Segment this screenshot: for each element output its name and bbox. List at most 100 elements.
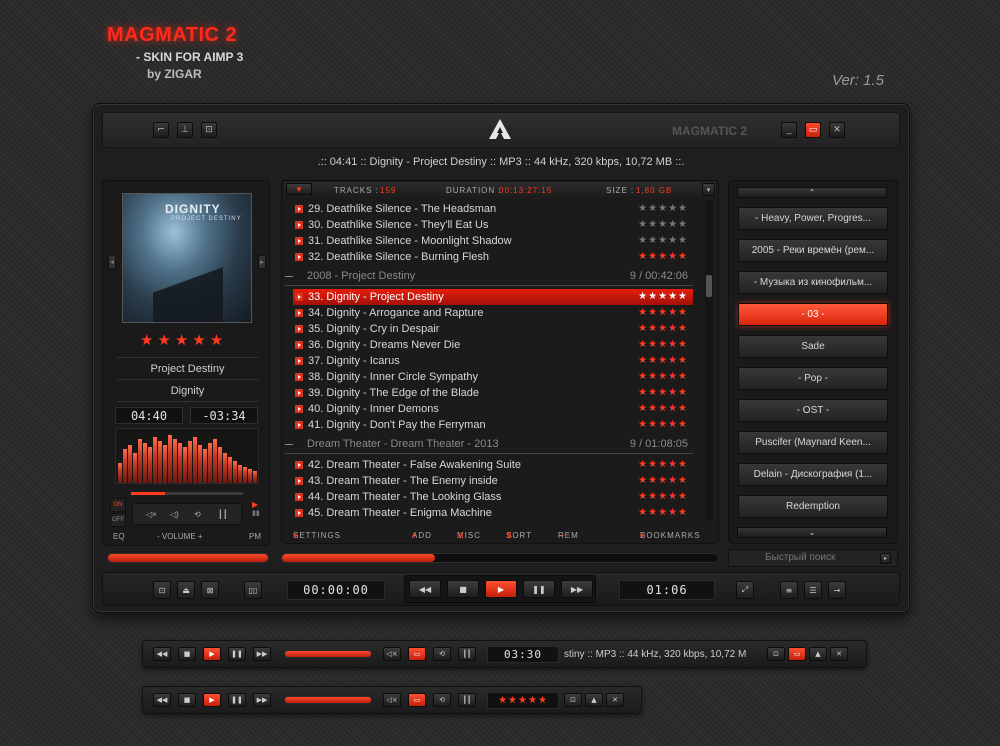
track-play-icon[interactable] bbox=[295, 389, 303, 397]
playlist-row[interactable]: 43. Dream Theater - The Enemy inside ★★★★… bbox=[293, 473, 693, 489]
track-play-icon[interactable] bbox=[295, 205, 303, 213]
track-play-icon[interactable] bbox=[295, 309, 303, 317]
track-play-icon[interactable] bbox=[295, 405, 303, 413]
track-play-icon[interactable] bbox=[295, 373, 303, 381]
playlist-tab[interactable]: Delain - Дискография (1... bbox=[738, 463, 888, 486]
mini1-restore-icon[interactable]: ▭ bbox=[788, 647, 806, 661]
mini2-pause-button[interactable]: ❚❚ bbox=[228, 693, 246, 707]
mini2-next-button[interactable]: ▶▶ bbox=[253, 693, 271, 707]
mini1-mode-icon[interactable]: ⊡ bbox=[767, 647, 785, 661]
mini1-pause-button[interactable]: ❚❚ bbox=[228, 647, 246, 661]
play-button[interactable]: ▶ bbox=[485, 580, 517, 598]
track-rating[interactable]: ★★★★★ bbox=[638, 353, 688, 369]
next-button[interactable]: ▶▶ bbox=[561, 580, 593, 598]
mini1-play-button[interactable]: ▶ bbox=[203, 647, 221, 661]
playlist-row[interactable]: 35. Dignity - Cry in Despair ★★★★★ bbox=[293, 321, 693, 337]
track-play-icon[interactable] bbox=[295, 341, 303, 349]
mini2-close-icon[interactable]: ✕ bbox=[606, 693, 624, 707]
equalizer-icon[interactable]: ┃┃ bbox=[218, 510, 228, 519]
mini2-prev-button[interactable]: ◀◀ bbox=[153, 693, 171, 707]
stop-after-icon[interactable]: ⊡ bbox=[153, 581, 171, 599]
mute-icon[interactable]: ◁× bbox=[146, 510, 157, 519]
mini2-eq-icon[interactable]: ┃┃ bbox=[458, 693, 476, 707]
playlist-tab[interactable]: - Heavy, Power, Progres... bbox=[738, 207, 888, 230]
playlist-row[interactable]: 34. Dignity - Arrogance and Rapture ★★★★★ bbox=[293, 305, 693, 321]
playlist-tab[interactable]: - 03 - bbox=[738, 303, 888, 326]
mini2-mute-icon[interactable]: ◁× bbox=[383, 693, 401, 707]
mini2-repeat-icon[interactable]: ⟲ bbox=[433, 693, 451, 707]
elapsed-time[interactable]: 04:40 bbox=[115, 407, 183, 424]
playlists-scroll-up-icon[interactable]: ⌃ bbox=[737, 187, 887, 198]
mini2-up-icon[interactable]: ▲ bbox=[585, 693, 603, 707]
playlist-row[interactable]: 29. Deathlike Silence - The Headsman ★★★★… bbox=[293, 201, 693, 217]
playlist-tab[interactable]: - OST - bbox=[738, 399, 888, 422]
track-rating[interactable]: ★★★★★ bbox=[638, 505, 688, 521]
track-rating[interactable]: ★★★★★ bbox=[638, 233, 688, 249]
playlist-row[interactable]: 32. Deathlike Silence - Burning Flesh ★★★… bbox=[293, 249, 693, 265]
volume-bar[interactable] bbox=[107, 553, 269, 563]
mini1-tray-icon[interactable]: ▭ bbox=[408, 647, 426, 661]
playlist-row[interactable]: 41. Dignity - Don't Pay the Ferryman ★★★★… bbox=[293, 417, 693, 433]
playlist-group-header[interactable]: 2008 - Project Destiny 9 / 00:42:06 bbox=[285, 268, 693, 284]
playlist-row[interactable]: 36. Dignity - Dreams Never Die ★★★★★ bbox=[293, 337, 693, 353]
playlist-collapse-icon[interactable]: ▾ bbox=[702, 183, 715, 196]
track-rating[interactable]: ★★★★★ bbox=[638, 217, 688, 233]
speaker-icon[interactable]: ◁) bbox=[170, 510, 179, 519]
mini2-volume-bar[interactable] bbox=[284, 696, 372, 704]
track-rating[interactable]: ★★★★★ bbox=[638, 401, 688, 417]
playlist-tab[interactable]: - Pop - bbox=[738, 367, 888, 390]
mini2-play-button[interactable]: ▶ bbox=[203, 693, 221, 707]
track-play-icon[interactable] bbox=[295, 221, 303, 229]
eq-on-button[interactable]: ON bbox=[110, 498, 126, 512]
playlist-row[interactable]: 31. Deathlike Silence - Moonlight Shadow… bbox=[293, 233, 693, 249]
track-rating[interactable]: ★★★★★ bbox=[638, 457, 688, 473]
pm-toggle[interactable]: ▶ ▮▮ bbox=[252, 500, 260, 524]
mini1-repeat-icon[interactable]: ⟲ bbox=[433, 647, 451, 661]
playlist-toggle-icon[interactable]: ▯▯ bbox=[244, 581, 262, 599]
playlist-tab[interactable]: Puscifer (Maynard Keen... bbox=[738, 431, 888, 454]
track-play-icon[interactable] bbox=[295, 253, 303, 261]
seek-bar[interactable] bbox=[281, 553, 719, 563]
next-panel-icon[interactable]: ▸ bbox=[258, 255, 266, 269]
time-counter[interactable]: 00:00:00 bbox=[287, 580, 385, 600]
spectrum-visualizer[interactable] bbox=[115, 428, 259, 484]
fullscreen-icon[interactable]: ⤢ bbox=[736, 581, 754, 599]
minimize-icon[interactable]: _ bbox=[781, 122, 797, 138]
mini1-time[interactable]: 03:30 bbox=[487, 646, 559, 663]
forward-icon[interactable]: → bbox=[828, 581, 846, 599]
playlist-row[interactable]: 40. Dignity - Inner Demons ★★★★★ bbox=[293, 401, 693, 417]
eq-slider[interactable] bbox=[131, 492, 243, 495]
track-rating[interactable]: ★★★★★ bbox=[638, 321, 688, 337]
playlist-tab[interactable]: - Музыка из кинофильм... bbox=[738, 271, 888, 294]
tray-icon[interactable]: ▭ bbox=[805, 122, 821, 138]
shuffle-icon[interactable]: ⊠ bbox=[201, 581, 219, 599]
list-icon[interactable]: ☰ bbox=[804, 581, 822, 599]
list-menu-icon[interactable]: ≡ bbox=[780, 581, 798, 599]
prev-panel-icon[interactable]: ◂ bbox=[108, 255, 116, 269]
mini1-close-icon[interactable]: ✕ bbox=[830, 647, 848, 661]
previous-button[interactable]: ◀◀ bbox=[409, 580, 441, 598]
playlist-row[interactable]: 44. Dream Theater - The Looking Glass ★★★… bbox=[293, 489, 693, 505]
mini1-stop-button[interactable]: ■ bbox=[178, 647, 196, 661]
quick-search-input[interactable]: Быстрый поиск bbox=[728, 549, 898, 567]
album-rating[interactable]: ★★★★★ bbox=[140, 331, 227, 349]
playlist-group-header[interactable]: Dream Theater - Dream Theater - 2013 9 / … bbox=[285, 436, 693, 452]
mini2-rating[interactable]: ★★★★★ bbox=[487, 692, 559, 709]
mini1-eq-icon[interactable]: ┃┃ bbox=[458, 647, 476, 661]
playlists-scroll-down-icon[interactable]: ⌄ bbox=[737, 527, 887, 538]
mini2-mode-icon[interactable]: ⊡ bbox=[564, 693, 582, 707]
search-go-icon[interactable]: ▸ bbox=[880, 553, 891, 564]
playlist-row[interactable]: 33. Dignity - Project Destiny ★★★★★ bbox=[293, 289, 693, 305]
track-rating[interactable]: ★★★★★ bbox=[638, 385, 688, 401]
eq-off-button[interactable]: OFF bbox=[110, 513, 126, 527]
track-play-icon[interactable] bbox=[295, 477, 303, 485]
track-rating[interactable]: ★★★★★ bbox=[638, 417, 688, 433]
track-rating[interactable]: ★★★★★ bbox=[638, 249, 688, 265]
eject-icon[interactable]: ⏏ bbox=[177, 581, 195, 599]
playlist-row[interactable]: 39. Dignity - The Edge of the Blade ★★★★★ bbox=[293, 385, 693, 401]
options-icon[interactable]: ⊡ bbox=[201, 122, 217, 138]
mini2-stop-button[interactable]: ■ bbox=[178, 693, 196, 707]
track-rating[interactable]: ★★★★★ bbox=[638, 201, 688, 217]
playlist-menu-button[interactable]: ▼ bbox=[286, 183, 312, 195]
playlist-row[interactable]: 38. Dignity - Inner Circle Sympathy ★★★★★ bbox=[293, 369, 693, 385]
